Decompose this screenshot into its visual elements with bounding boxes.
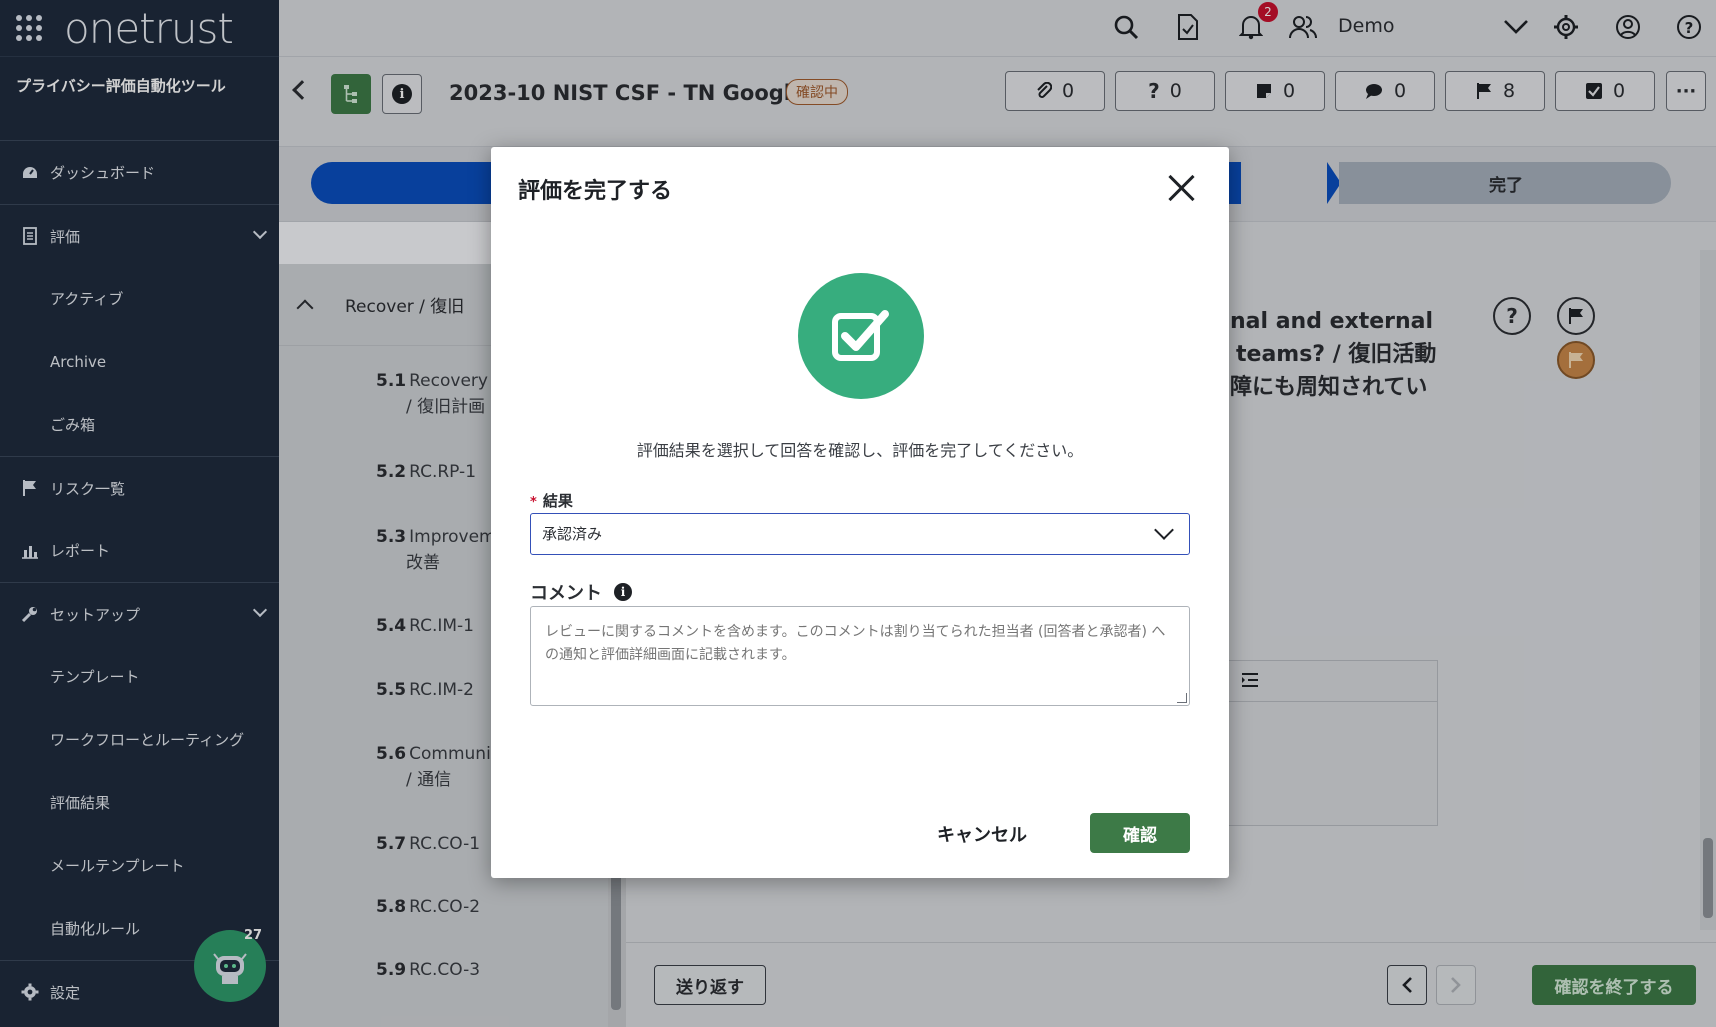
comment-label: コメント i bbox=[530, 579, 632, 605]
checkbox-check-icon bbox=[798, 273, 924, 399]
info-icon[interactable]: i bbox=[614, 583, 632, 601]
resize-handle-icon[interactable] bbox=[1177, 693, 1187, 703]
result-select[interactable]: 承認済み bbox=[530, 513, 1190, 555]
comment-field[interactable] bbox=[530, 606, 1190, 706]
result-label: * 結果 bbox=[530, 492, 573, 510]
complete-assessment-modal: 評価を完了する 評価結果を選択して回答を確認し、評価を完了してください。 * 結果… bbox=[491, 147, 1229, 878]
result-select-value: 承認済み bbox=[542, 525, 603, 543]
confirm-button[interactable]: 確認 bbox=[1090, 813, 1190, 853]
modal-description: 評価結果を選択して回答を確認し、評価を完了してください。 bbox=[636, 441, 1084, 460]
modal-title: 評価を完了する bbox=[518, 179, 673, 204]
close-icon[interactable] bbox=[1167, 173, 1197, 203]
cancel-button[interactable]: キャンセル bbox=[927, 814, 1037, 854]
chevron-down-icon bbox=[1154, 520, 1174, 540]
